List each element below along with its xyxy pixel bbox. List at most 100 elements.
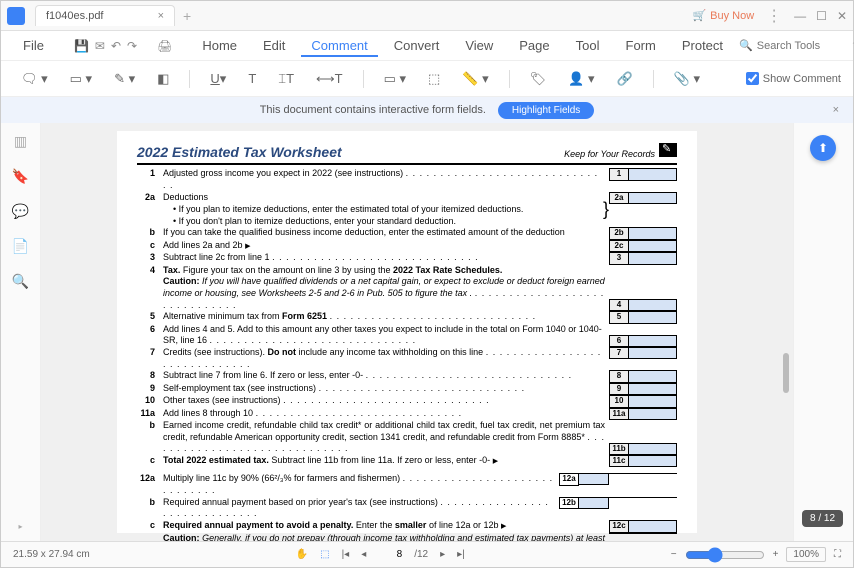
zoom-value[interactable]: 100%	[786, 547, 826, 562]
save-icon[interactable]: 💾	[74, 39, 89, 53]
field-11c[interactable]	[629, 455, 677, 467]
zoom-in-button[interactable]: +	[773, 549, 779, 560]
more-icon[interactable]: ⋮	[766, 6, 782, 26]
redo-icon[interactable]: ↷	[127, 39, 137, 53]
text-tool[interactable]: T	[240, 67, 264, 90]
edit-menu[interactable]: Edit	[253, 34, 295, 57]
field-7[interactable]	[629, 347, 677, 359]
notice-bar: This document contains interactive form …	[1, 97, 853, 123]
comment-menu[interactable]: Comment	[301, 34, 377, 57]
callout-tool[interactable]: ⬚	[420, 67, 448, 91]
thumbnails-icon[interactable]: ▥	[14, 133, 27, 150]
form-menu[interactable]: Form	[616, 34, 666, 57]
prev-page-button[interactable]: ◂	[361, 549, 366, 560]
show-comment-label: Show Comment	[763, 73, 841, 85]
document-tab[interactable]: f1040es.pdf ×	[35, 5, 175, 26]
notice-text: This document contains interactive form …	[260, 104, 486, 116]
page-total: /12	[414, 549, 428, 560]
field-6[interactable]	[629, 335, 677, 347]
undo-icon[interactable]: ↶	[111, 39, 121, 53]
last-page-button[interactable]: ▸|	[457, 549, 465, 560]
field-4[interactable]	[629, 299, 677, 311]
attach-tool[interactable]: 📎 ▾	[666, 67, 708, 91]
field-2a[interactable]	[629, 192, 677, 204]
file-menu[interactable]: File	[13, 34, 54, 57]
print-icon[interactable]: 🖨	[157, 39, 172, 53]
field-8[interactable]	[629, 370, 677, 382]
field-5[interactable]	[629, 311, 677, 323]
doc-title: 2022 Estimated Tax Worksheet	[137, 143, 342, 161]
notice-close-icon[interactable]: ×	[833, 104, 839, 116]
tab-name: f1040es.pdf	[46, 10, 104, 22]
pencil-tool[interactable]: ✎ ▾	[106, 67, 143, 91]
expand-rail-icon[interactable]: ▸	[18, 522, 22, 531]
titlebar: f1040es.pdf × + 🛒 Buy Now ⋮ — ☐ ✕	[1, 1, 853, 31]
field-3[interactable]	[629, 252, 677, 264]
field-11b[interactable]	[629, 443, 677, 455]
records-icon	[659, 143, 677, 157]
bookmarks-icon[interactable]: 🔖	[12, 168, 29, 185]
textbox-tool[interactable]: ⌶T	[270, 67, 302, 91]
field-12a[interactable]	[579, 473, 609, 485]
statusbar: 21.59 x 27.94 cm ✋ ⬚ |◂ ◂ /12 ▸ ▸| − + 1…	[1, 541, 853, 567]
minimize-button[interactable]: —	[794, 9, 806, 23]
highlight-fields-button[interactable]: Highlight Fields	[498, 102, 594, 119]
underline-tool[interactable]: U ▾	[202, 67, 234, 91]
document-viewport[interactable]: 2022 Estimated Tax Worksheet Keep for Yo…	[41, 123, 773, 541]
next-page-button[interactable]: ▸	[440, 549, 445, 560]
field-2b[interactable]	[629, 227, 677, 239]
search-panel-icon[interactable]: 🔍	[12, 273, 29, 290]
buy-now-link[interactable]: 🛒 Buy Now	[692, 9, 754, 22]
zoom-out-button[interactable]: −	[671, 549, 677, 560]
close-window-button[interactable]: ✕	[837, 9, 847, 23]
app-icon	[7, 7, 25, 25]
select-tool-icon[interactable]: ⬚	[320, 549, 329, 560]
show-comment-checkbox[interactable]	[746, 72, 759, 85]
attachments-icon[interactable]: 📄	[12, 238, 29, 255]
stamp-tool[interactable]: 🏷	[522, 67, 555, 91]
note-tool[interactable]: 🗨 ▾	[13, 67, 56, 91]
maximize-button[interactable]: ☐	[816, 9, 827, 23]
view-menu[interactable]: View	[455, 34, 503, 57]
field-11a[interactable]	[629, 408, 677, 420]
highlight-tool[interactable]: ▭ ▾	[62, 67, 100, 91]
vertical-scrollbar[interactable]	[773, 123, 793, 541]
upload-icon[interactable]: ⬆	[810, 135, 836, 161]
fit-page-icon[interactable]: ⛶	[834, 549, 841, 560]
field-1[interactable]	[629, 168, 677, 180]
link-tool[interactable]: 🔗	[609, 67, 641, 91]
comments-icon[interactable]: 💬	[12, 203, 29, 220]
menubar: File 💾 ✉ ↶ ↷ 🖨 Home Edit Comment Convert…	[1, 31, 853, 61]
tool-menu[interactable]: Tool	[566, 34, 610, 57]
scroll-thumb[interactable]	[783, 353, 789, 393]
field-9[interactable]	[629, 383, 677, 395]
right-panel: ⬆ 8 / 12	[793, 123, 853, 541]
eraser-tool[interactable]: ◧	[149, 67, 177, 91]
field-10[interactable]	[629, 395, 677, 407]
search-icon: 🔍	[739, 39, 753, 52]
toolbar: 🗨 ▾ ▭ ▾ ✎ ▾ ◧ U ▾ T ⌶T ⟷T ▭ ▾ ⬚ 📏 ▾ 🏷 👤 …	[1, 61, 853, 97]
hand-tool-icon[interactable]: ✋	[296, 549, 308, 560]
signature-tool[interactable]: 👤 ▾	[560, 67, 602, 91]
field-12c[interactable]	[629, 520, 677, 532]
pdf-page: 2022 Estimated Tax Worksheet Keep for Yo…	[117, 131, 697, 533]
protect-menu[interactable]: Protect	[672, 34, 733, 57]
close-tab-icon[interactable]: ×	[138, 10, 164, 22]
search-tools-input[interactable]	[757, 40, 837, 52]
shape-tool[interactable]: ▭ ▾	[376, 67, 414, 91]
home-menu[interactable]: Home	[192, 34, 247, 57]
zoom-slider[interactable]	[685, 547, 765, 563]
page-dimensions: 21.59 x 27.94 cm	[13, 549, 90, 560]
first-page-button[interactable]: |◂	[342, 549, 350, 560]
page-menu[interactable]: Page	[509, 34, 559, 57]
field-2c[interactable]	[629, 240, 677, 252]
measure-tool[interactable]: 📏 ▾	[454, 67, 496, 91]
page-indicator: 8 / 12	[802, 510, 843, 527]
add-tab-button[interactable]: +	[183, 8, 191, 24]
page-number-input[interactable]	[378, 549, 402, 560]
field-12b[interactable]	[579, 497, 609, 509]
area-tool[interactable]: ⟷T	[308, 67, 351, 91]
mail-icon[interactable]: ✉	[95, 39, 105, 53]
left-sidebar: ▥ 🔖 💬 📄 🔍 ▸	[1, 123, 41, 541]
convert-menu[interactable]: Convert	[384, 34, 450, 57]
